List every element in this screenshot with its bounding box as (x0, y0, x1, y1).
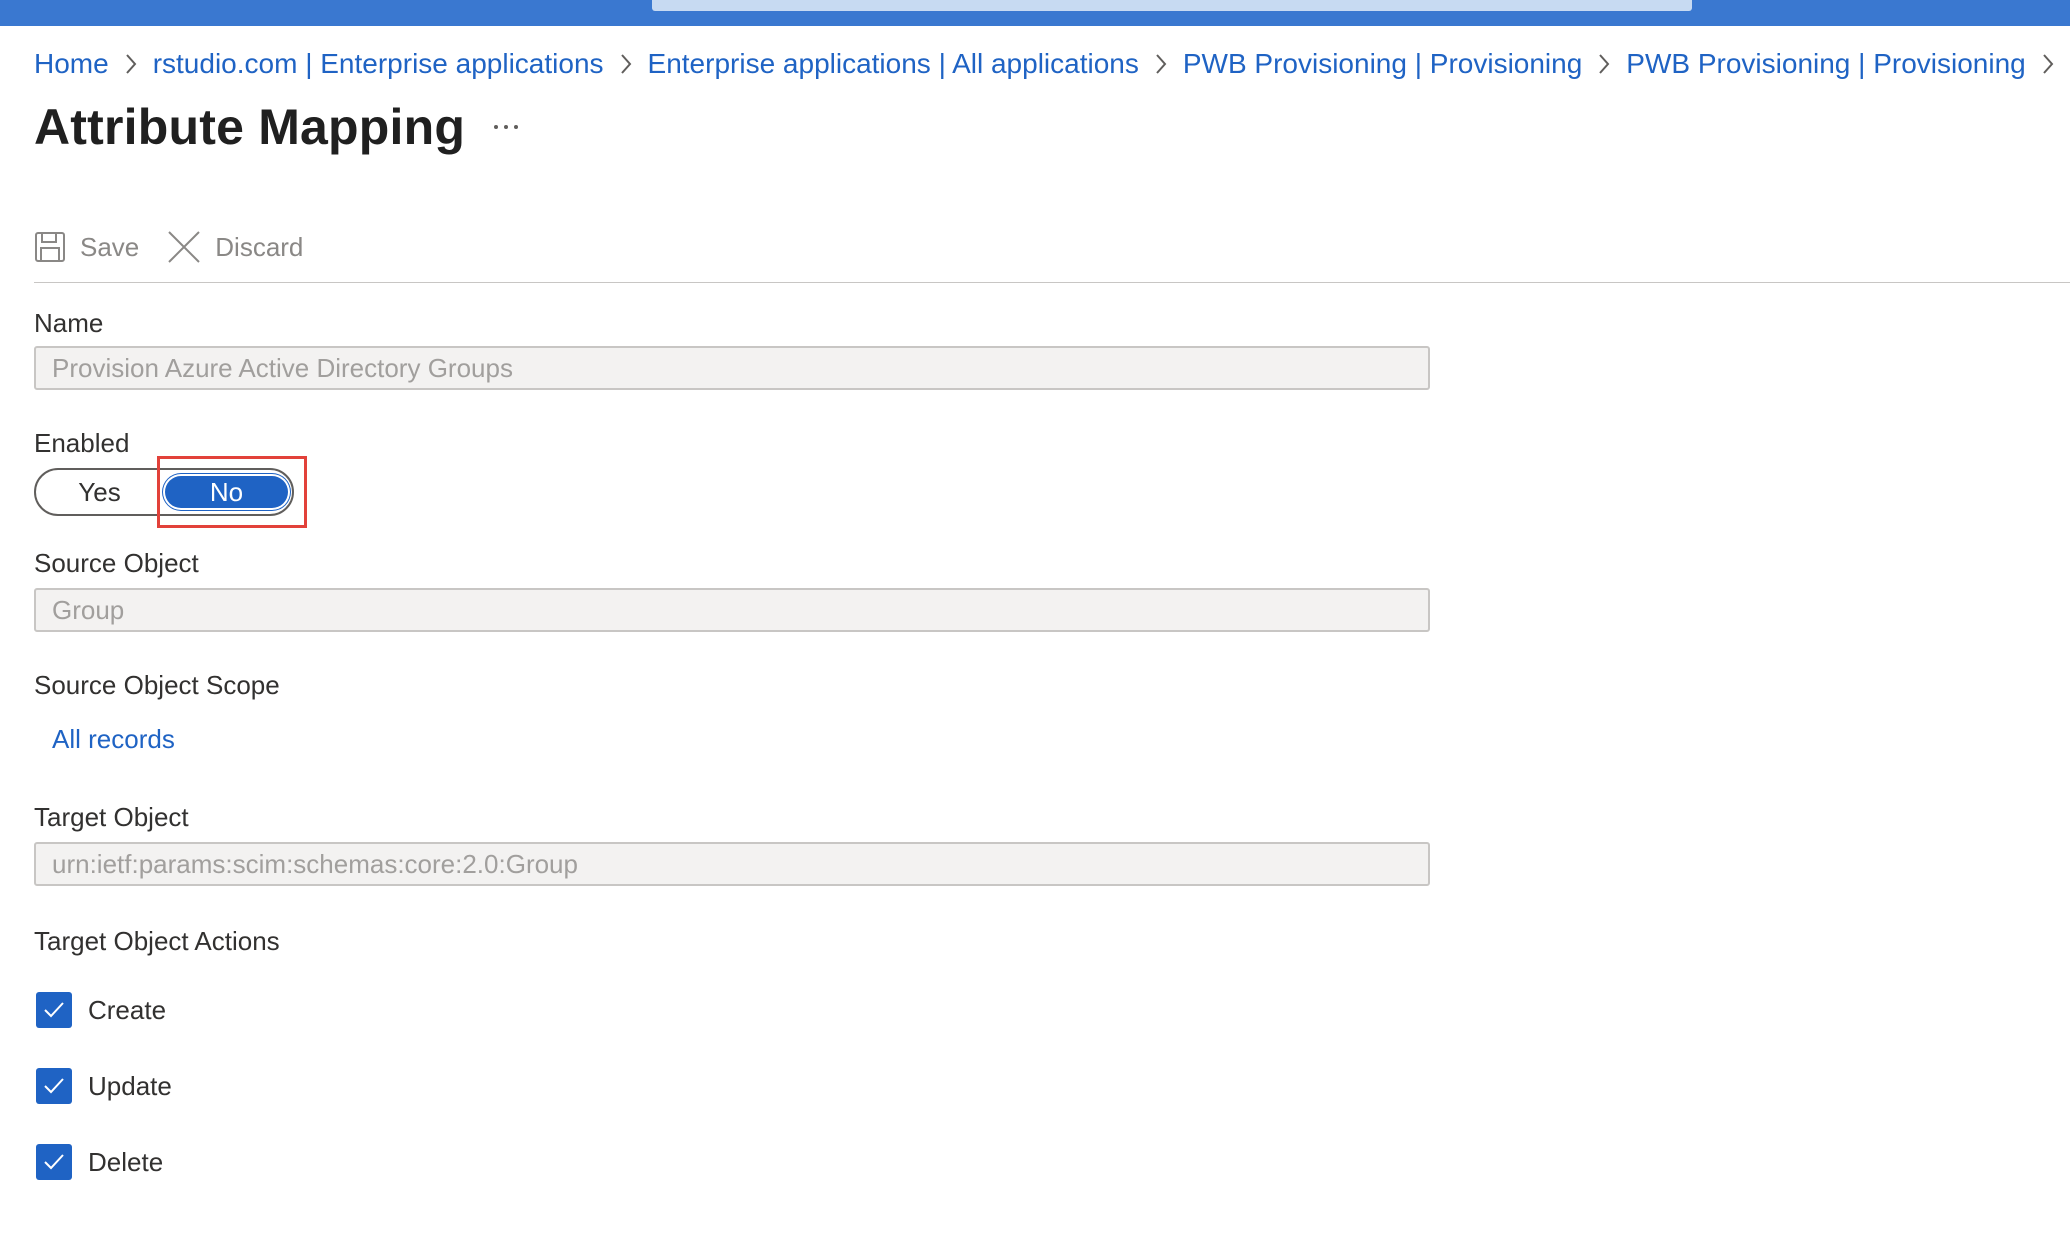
discard-label: Discard (215, 231, 304, 262)
checkmark-icon (44, 1078, 64, 1094)
global-search-box[interactable] (652, 0, 1692, 11)
name-field[interactable] (34, 346, 1430, 390)
delete-label: Delete (88, 1146, 164, 1177)
save-icon (34, 231, 66, 263)
top-bar (0, 0, 2070, 26)
delete-checkbox-row[interactable]: Delete (36, 1144, 163, 1180)
breadcrumb-enterprise-applications[interactable]: rstudio.com | Enterprise applications (153, 48, 604, 80)
name-label: Name (34, 308, 104, 338)
checkmark-icon (44, 1002, 64, 1018)
breadcrumb-pwb-provisioning[interactable]: PWB Provisioning | Provisioning (1183, 48, 1582, 80)
save-label: Save (80, 231, 140, 262)
enabled-no-option[interactable]: No (163, 474, 290, 510)
command-bar: Save Discard (34, 222, 331, 272)
enabled-yes-option[interactable]: Yes (36, 470, 163, 514)
update-checkbox[interactable] (36, 1068, 72, 1104)
delete-checkbox[interactable] (36, 1144, 72, 1180)
update-label: Update (88, 1070, 172, 1101)
breadcrumb-pwb-provisioning-2[interactable]: PWB Provisioning | Provisioning (1626, 48, 2025, 80)
breadcrumb-home[interactable]: Home (34, 48, 109, 80)
save-button[interactable]: Save (34, 231, 139, 263)
create-label: Create (88, 994, 167, 1025)
close-icon (167, 230, 201, 264)
source-object-label: Source Object (34, 548, 199, 578)
target-object-label: Target Object (34, 802, 189, 832)
all-records-link[interactable]: All records (52, 724, 175, 755)
enabled-label: Enabled (34, 428, 130, 458)
create-checkbox-row[interactable]: Create (36, 992, 166, 1028)
chevron-right-icon (1582, 44, 1626, 84)
chevron-right-icon (604, 44, 648, 84)
target-object-actions-label: Target Object Actions (34, 926, 280, 956)
chevron-right-icon (109, 44, 153, 84)
create-checkbox[interactable] (36, 992, 72, 1028)
breadcrumb-all-applications[interactable]: Enterprise applications | All applicatio… (648, 48, 1139, 80)
divider (34, 282, 2070, 283)
target-object-field[interactable] (34, 842, 1430, 886)
discard-button[interactable]: Discard (167, 230, 303, 264)
checkmark-icon (44, 1154, 64, 1170)
ellipsis-icon (494, 125, 518, 129)
more-options-button[interactable] (488, 112, 524, 142)
chevron-right-icon (2026, 44, 2070, 84)
source-object-field[interactable] (34, 588, 1430, 632)
enabled-toggle[interactable]: Yes No (34, 468, 294, 516)
source-object-scope-label: Source Object Scope (34, 670, 280, 700)
update-checkbox-row[interactable]: Update (36, 1068, 172, 1104)
breadcrumb: Home rstudio.com | Enterprise applicatio… (34, 44, 2070, 84)
chevron-right-icon (1139, 44, 1183, 84)
page-title: Attribute Mapping (34, 99, 466, 155)
